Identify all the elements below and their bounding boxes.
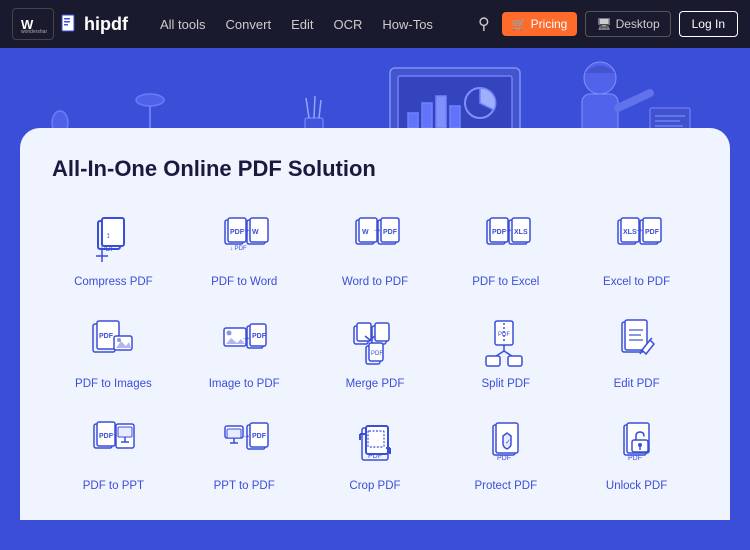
compress-pdf-icon: ↕ PDF xyxy=(86,214,140,268)
tool-image-to-pdf[interactable]: → PDF Image to PDF xyxy=(183,308,306,398)
pdf-to-ppt-icon: PDF → xyxy=(86,418,140,472)
pdf-to-excel-label: PDF to Excel xyxy=(472,276,539,288)
pdf-to-images-icon: PDF xyxy=(86,316,140,370)
ppt-to-pdf-icon: → PDF xyxy=(217,418,271,472)
ppt-to-pdf-label: PPT to PDF xyxy=(214,480,275,492)
nav-how-tos[interactable]: How-Tos xyxy=(382,17,433,32)
page-title: All-In-One Online PDF Solution xyxy=(52,156,698,182)
tool-merge-pdf[interactable]: PDF Merge PDF xyxy=(314,308,437,398)
split-pdf-label: Split PDF xyxy=(482,378,531,390)
bottom-bar xyxy=(0,520,750,550)
pdf-to-word-label: PDF to Word xyxy=(211,276,277,288)
merge-pdf-label: Merge PDF xyxy=(346,378,405,390)
svg-text:PDF: PDF xyxy=(101,246,115,253)
crop-pdf-icon: PDF xyxy=(348,418,402,472)
pdf-to-images-label: PDF to Images xyxy=(75,378,152,390)
svg-text:PDF: PDF xyxy=(252,333,267,340)
tool-split-pdf[interactable]: PDF Split PDF xyxy=(444,308,567,398)
svg-text:XLS: XLS xyxy=(514,229,528,236)
svg-text:PDF: PDF xyxy=(252,433,267,440)
cart-icon: 🛒 xyxy=(512,17,527,31)
tool-edit-pdf[interactable]: Edit PDF xyxy=(575,308,698,398)
navbar: W wondershare hipdf All tools Convert Ed… xyxy=(0,0,750,48)
nav-edit[interactable]: Edit xyxy=(291,17,313,32)
nav-links: All tools Convert Edit OCR How-Tos xyxy=(160,17,456,32)
logo-area: W wondershare hipdf xyxy=(12,8,142,40)
pricing-button[interactable]: 🛒 Pricing xyxy=(502,12,578,36)
edit-pdf-label: Edit PDF xyxy=(614,378,660,390)
svg-text:✓: ✓ xyxy=(505,439,511,446)
hipdf-logo[interactable]: hipdf xyxy=(60,14,128,35)
image-to-pdf-label: Image to PDF xyxy=(209,378,280,390)
tool-crop-pdf[interactable]: PDF Crop PDF xyxy=(314,410,437,500)
pdf-to-excel-icon: PDF → XLS xyxy=(479,214,533,268)
pdf-to-word-icon: PDF → W ↓ PDF xyxy=(217,214,271,268)
unlock-pdf-label: Unlock PDF xyxy=(606,480,667,492)
pdf-to-ppt-label: PDF to PPT xyxy=(83,480,144,492)
desktop-icon: 🖥 xyxy=(596,17,611,31)
tools-grid: ↕ PDF Compress PDF PDF → W ↓ PDF PDF to … xyxy=(52,206,698,500)
tool-ppt-to-pdf[interactable]: → PDF PPT to PDF xyxy=(183,410,306,500)
tool-word-to-pdf[interactable]: W → PDF Word to PDF xyxy=(314,206,437,296)
tool-excel-to-pdf[interactable]: XLS → PDF Excel to PDF xyxy=(575,206,698,296)
svg-text:PDF: PDF xyxy=(497,455,511,462)
nav-right: ⚲ 🛒 Pricing 🖥 Desktop Log In xyxy=(474,10,738,38)
protect-pdf-icon: ✓ PDF xyxy=(479,418,533,472)
wondershare-logo[interactable]: W wondershare xyxy=(12,8,54,40)
crop-pdf-label: Crop PDF xyxy=(349,480,400,492)
unlock-pdf-icon: PDF xyxy=(610,418,664,472)
merge-pdf-icon: PDF xyxy=(348,316,402,370)
svg-text:PDF: PDF xyxy=(645,229,660,236)
excel-to-pdf-label: Excel to PDF xyxy=(603,276,670,288)
svg-text:PDF: PDF xyxy=(99,333,114,340)
word-to-pdf-icon: W → PDF xyxy=(348,214,402,268)
svg-text:↕: ↕ xyxy=(106,230,111,240)
svg-text:PDF: PDF xyxy=(368,453,382,460)
word-to-pdf-label: Word to PDF xyxy=(342,276,408,288)
tool-pdf-to-excel[interactable]: PDF → XLS PDF to Excel xyxy=(444,206,567,296)
tool-pdf-to-ppt[interactable]: PDF → PDF to PPT xyxy=(52,410,175,500)
desktop-button[interactable]: 🖥 Desktop xyxy=(585,11,670,37)
nav-all-tools[interactable]: All tools xyxy=(160,17,206,32)
search-icon[interactable]: ⚲ xyxy=(474,10,494,38)
svg-text:wondershare: wondershare xyxy=(21,29,47,34)
tool-compress-pdf[interactable]: ↕ PDF Compress PDF xyxy=(52,206,175,296)
tool-protect-pdf[interactable]: ✓ PDF Protect PDF xyxy=(444,410,567,500)
edit-pdf-icon xyxy=(610,316,664,370)
nav-ocr[interactable]: OCR xyxy=(333,17,362,32)
svg-text:W: W xyxy=(362,229,369,236)
svg-text:↓ PDF: ↓ PDF xyxy=(230,246,247,252)
tool-pdf-to-images[interactable]: PDF PDF to Images xyxy=(52,308,175,398)
tool-pdf-to-word[interactable]: PDF → W ↓ PDF PDF to Word xyxy=(183,206,306,296)
svg-text:PDF: PDF xyxy=(371,351,383,357)
compress-pdf-label: Compress PDF xyxy=(74,276,153,288)
tool-unlock-pdf[interactable]: PDF Unlock PDF xyxy=(575,410,698,500)
main-card: All-In-One Online PDF Solution ↕ PDF Com… xyxy=(20,128,730,520)
protect-pdf-label: Protect PDF xyxy=(474,480,537,492)
image-to-pdf-icon: → PDF xyxy=(217,316,271,370)
nav-convert[interactable]: Convert xyxy=(226,17,272,32)
split-pdf-icon: PDF xyxy=(479,316,533,370)
excel-to-pdf-icon: XLS → PDF xyxy=(610,214,664,268)
svg-text:PDF: PDF xyxy=(383,229,398,236)
login-button[interactable]: Log In xyxy=(679,11,738,37)
svg-text:W: W xyxy=(252,229,259,236)
svg-text:PDF: PDF xyxy=(628,455,642,462)
